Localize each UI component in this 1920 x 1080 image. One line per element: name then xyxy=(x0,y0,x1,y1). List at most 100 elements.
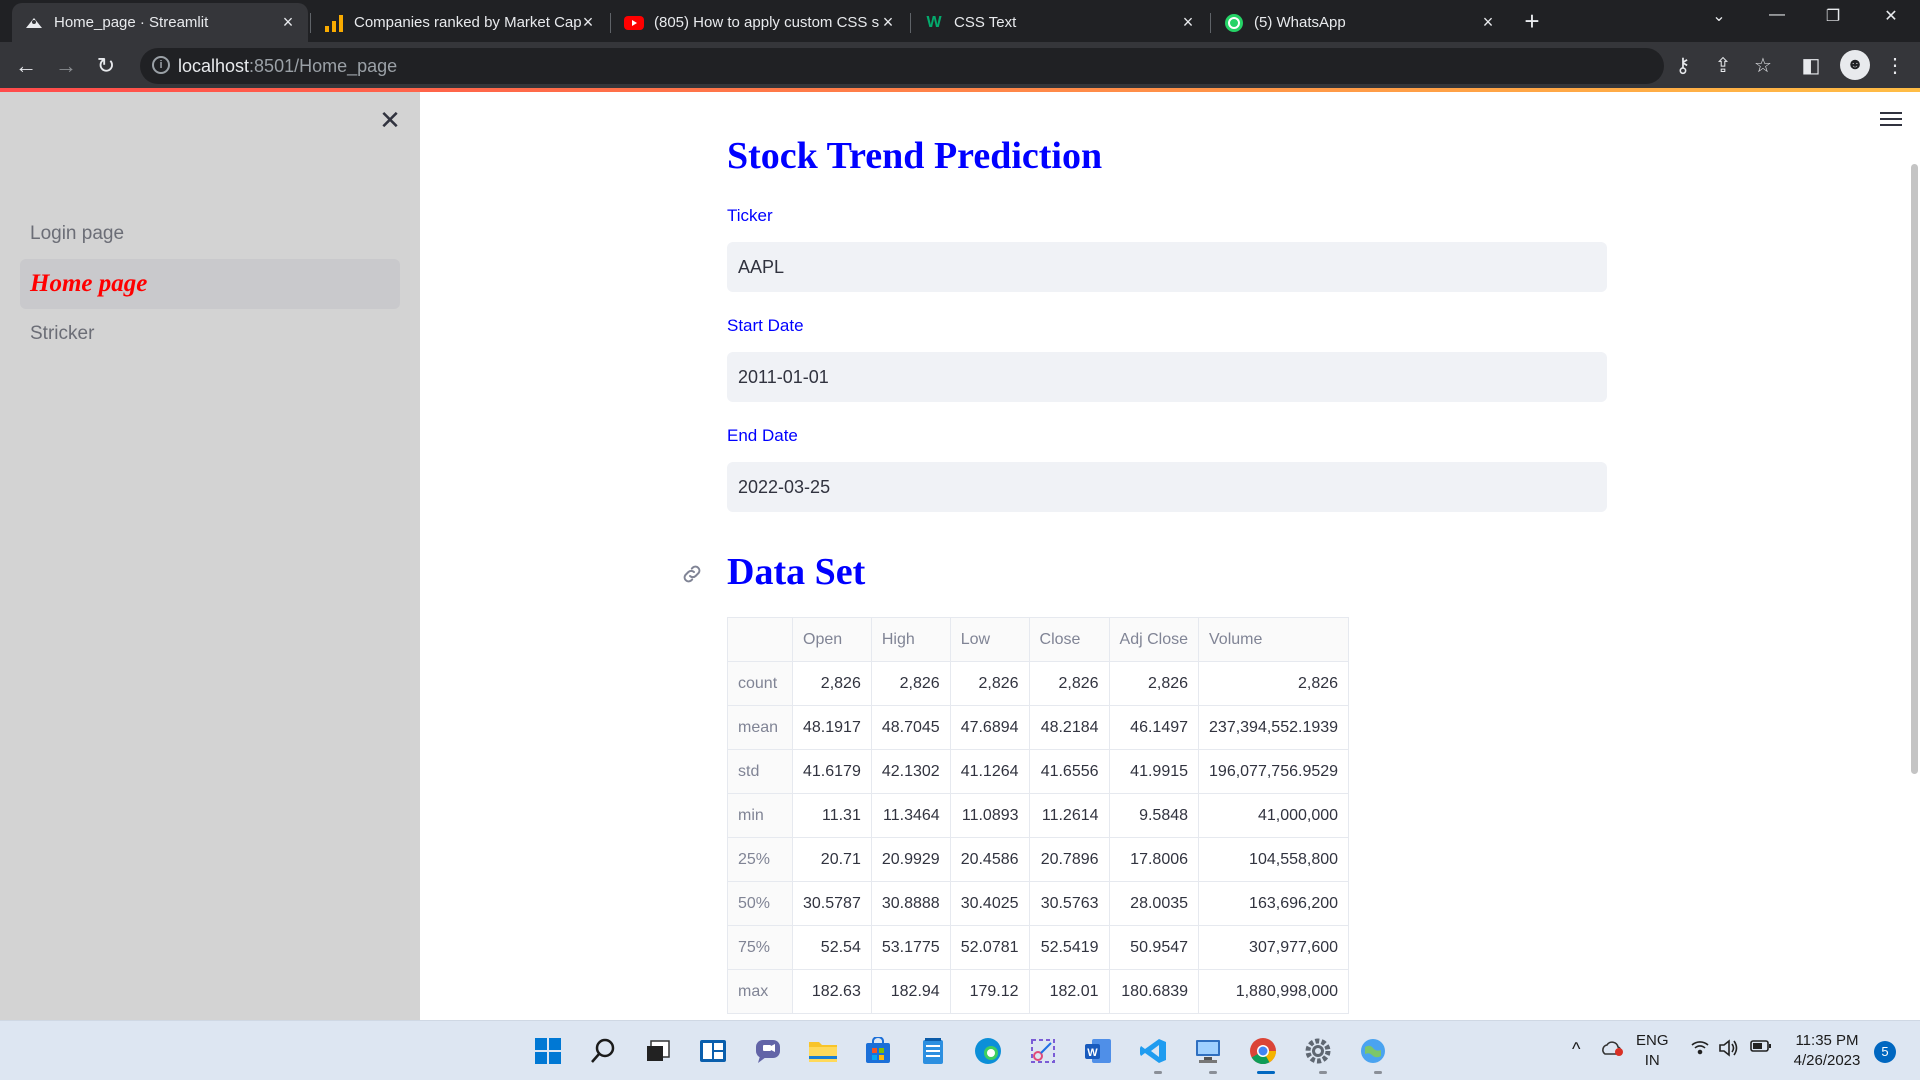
file-explorer-icon[interactable] xyxy=(807,1035,839,1067)
reload-icon[interactable]: ↻ xyxy=(92,52,120,80)
snipping-tool-icon[interactable] xyxy=(1027,1035,1059,1067)
tab-youtube-css[interactable]: (805) How to apply custom CSS s × xyxy=(612,3,908,42)
dataset-stats-table[interactable]: Open High Low Close Adj Close Volume cou… xyxy=(727,617,1350,1014)
table-cell[interactable]: 20.7896 xyxy=(1028,837,1110,882)
table-cell[interactable]: 20.71 xyxy=(792,837,872,882)
table-cell[interactable]: 41.6179 xyxy=(792,749,872,794)
table-cell[interactable]: 50.9547 xyxy=(1108,925,1200,970)
task-view-icon[interactable] xyxy=(642,1035,674,1067)
password-key-icon[interactable]: ⚷ xyxy=(1670,54,1696,78)
maps-app-icon[interactable] xyxy=(1357,1035,1389,1067)
search-icon[interactable] xyxy=(587,1035,619,1067)
close-sidebar-icon[interactable]: ✕ xyxy=(376,106,404,134)
table-cell[interactable]: 53.1775 xyxy=(870,925,951,970)
table-cell[interactable]: 41,000,000 xyxy=(1198,793,1350,838)
table-cell[interactable]: 30.5763 xyxy=(1028,881,1110,926)
table-cell[interactable]: 48.1917 xyxy=(792,705,872,750)
row-header[interactable]: mean xyxy=(727,705,793,750)
table-cell[interactable]: 196,077,756.9529 xyxy=(1198,749,1350,794)
table-cell[interactable]: 11.2614 xyxy=(1028,793,1110,838)
close-window-icon[interactable]: ✕ xyxy=(1876,6,1906,26)
table-cell[interactable]: 182.01 xyxy=(1028,969,1110,1014)
column-header[interactable]: Adj Close xyxy=(1108,617,1200,662)
address-bar[interactable]: i localhost:8501/Home_page ⚷ ⇪ ☆ xyxy=(140,48,1772,84)
column-header[interactable]: Open xyxy=(792,617,872,662)
table-cell[interactable]: 2,826 xyxy=(1198,661,1350,706)
show-hidden-icons-chevron-icon[interactable]: ^ xyxy=(1572,1039,1580,1059)
hamburger-menu-icon[interactable] xyxy=(1880,112,1902,128)
column-header[interactable]: Close xyxy=(1028,617,1110,662)
table-cell[interactable]: 2,826 xyxy=(949,661,1030,706)
tab-home-page[interactable]: Home_page · Streamlit × xyxy=(12,3,308,42)
sidebar-item-stricker[interactable]: Stricker xyxy=(20,309,400,359)
table-cell[interactable]: 30.5787 xyxy=(792,881,872,926)
word-icon[interactable]: W xyxy=(1082,1035,1114,1067)
tab-search-chevron-icon[interactable]: ⌄ xyxy=(1704,6,1734,26)
tab-css-text[interactable]: W CSS Text × xyxy=(912,3,1208,42)
table-cell[interactable]: 42.1302 xyxy=(870,749,951,794)
table-cell[interactable]: 48.2184 xyxy=(1028,705,1110,750)
windows-start-icon[interactable] xyxy=(532,1035,564,1067)
table-cell[interactable]: 2,826 xyxy=(1028,661,1110,706)
table-cell[interactable]: 179.12 xyxy=(949,969,1030,1014)
sidebar-item-home-page[interactable]: Home page xyxy=(20,259,400,309)
table-cell[interactable]: 2,826 xyxy=(792,661,872,706)
row-header[interactable]: 25% xyxy=(727,837,793,882)
table-cell[interactable]: 52.54 xyxy=(792,925,872,970)
table-cell[interactable]: 28.0035 xyxy=(1108,881,1200,926)
language-indicator[interactable]: ENG IN xyxy=(1636,1031,1669,1071)
row-header[interactable]: min xyxy=(727,793,793,838)
table-cell[interactable]: 41.9915 xyxy=(1108,749,1200,794)
restore-icon[interactable]: ❐ xyxy=(1818,6,1848,26)
row-header[interactable]: std xyxy=(727,749,793,794)
profile-avatar[interactable]: ☻ xyxy=(1840,50,1870,80)
column-header[interactable]: Volume xyxy=(1198,617,1350,662)
row-header[interactable]: count xyxy=(727,661,793,706)
table-cell[interactable]: 163,696,200 xyxy=(1198,881,1350,926)
widgets-icon[interactable] xyxy=(697,1035,729,1067)
battery-icon[interactable] xyxy=(1750,1039,1772,1059)
onedrive-icon[interactable] xyxy=(1600,1039,1624,1063)
table-cell[interactable]: 52.5419 xyxy=(1028,925,1110,970)
vscode-icon[interactable] xyxy=(1137,1035,1169,1067)
table-cell[interactable]: 182.94 xyxy=(870,969,951,1014)
table-cell[interactable]: 104,558,800 xyxy=(1198,837,1350,882)
table-cell[interactable]: 20.9929 xyxy=(870,837,951,882)
chrome-icon[interactable] xyxy=(1247,1035,1279,1067)
close-tab-icon[interactable]: × xyxy=(1478,12,1498,32)
table-cell[interactable]: 11.0893 xyxy=(949,793,1030,838)
table-cell[interactable]: 46.1497 xyxy=(1108,705,1200,750)
wifi-icon[interactable] xyxy=(1690,1039,1710,1061)
end-date-input[interactable]: 2022-03-25 xyxy=(727,462,1607,512)
table-cell[interactable]: 41.6556 xyxy=(1028,749,1110,794)
back-arrow-icon[interactable]: ← xyxy=(12,52,40,80)
notepad-icon[interactable] xyxy=(917,1035,949,1067)
table-cell[interactable]: 41.1264 xyxy=(949,749,1030,794)
site-info-icon[interactable]: i xyxy=(152,56,170,74)
settings-gear-icon[interactable] xyxy=(1302,1035,1334,1067)
notification-badge[interactable]: 5 xyxy=(1874,1041,1896,1063)
clock[interactable]: 11:35 PM 4/26/2023 xyxy=(1790,1031,1864,1071)
close-tab-icon[interactable]: × xyxy=(878,12,898,32)
ticker-input[interactable]: AAPL xyxy=(727,242,1607,292)
table-cell[interactable]: 11.31 xyxy=(792,793,872,838)
table-cell[interactable]: 17.8006 xyxy=(1108,837,1200,882)
tab-companies-ranked[interactable]: Companies ranked by Market Cap × xyxy=(312,3,608,42)
volume-icon[interactable] xyxy=(1718,1039,1738,1063)
scrollbar[interactable] xyxy=(1911,164,1918,774)
edge-browser-icon[interactable] xyxy=(972,1035,1004,1067)
row-header[interactable]: 75% xyxy=(727,925,793,970)
table-cell[interactable]: 182.63 xyxy=(792,969,872,1014)
column-header[interactable]: Low xyxy=(949,617,1030,662)
teams-chat-icon[interactable] xyxy=(752,1035,784,1067)
table-cell[interactable]: 1,880,998,000 xyxy=(1198,969,1350,1014)
share-icon[interactable]: ⇪ xyxy=(1710,54,1736,78)
new-tab-icon[interactable]: + xyxy=(1518,8,1546,36)
table-cell[interactable]: 30.4025 xyxy=(949,881,1030,926)
table-cell[interactable]: 47.6894 xyxy=(949,705,1030,750)
close-tab-icon[interactable]: × xyxy=(278,12,298,32)
table-cell[interactable]: 2,826 xyxy=(870,661,951,706)
table-cell[interactable]: 9.5848 xyxy=(1108,793,1200,838)
start-date-input[interactable]: 2011-01-01 xyxy=(727,352,1607,402)
table-cell[interactable]: 20.4586 xyxy=(949,837,1030,882)
